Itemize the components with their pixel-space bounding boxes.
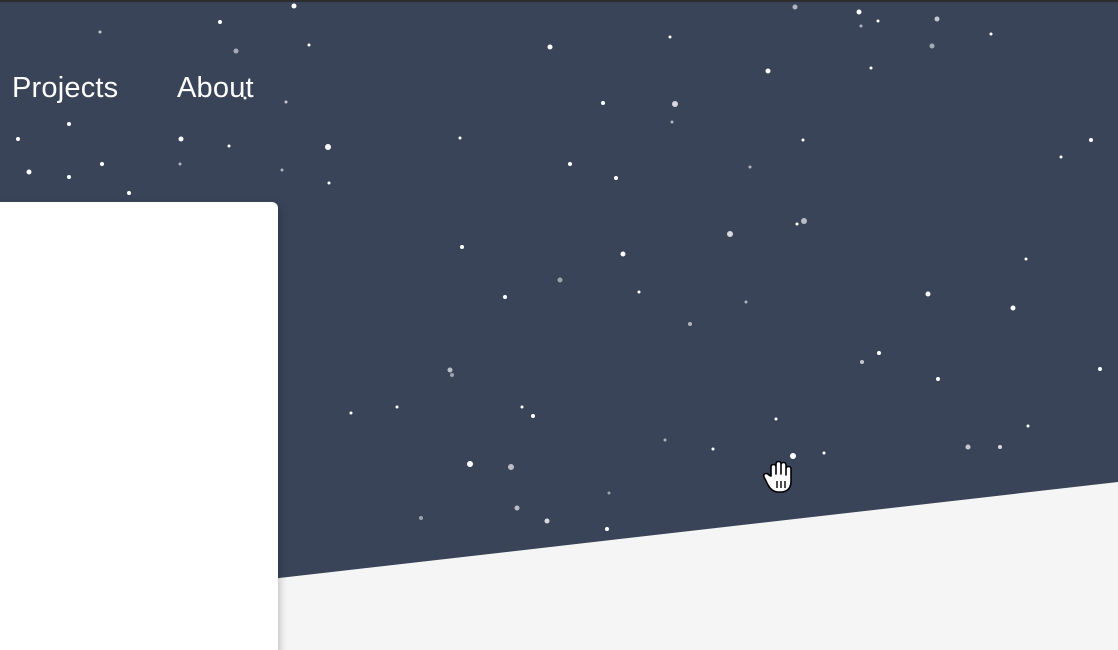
content-card xyxy=(0,202,278,650)
grab-hand-cursor-icon xyxy=(762,460,792,493)
nav-link-about[interactable]: About xyxy=(177,68,254,108)
page: Projects About xyxy=(0,0,1118,650)
nav-link-projects[interactable]: Projects xyxy=(12,68,118,108)
